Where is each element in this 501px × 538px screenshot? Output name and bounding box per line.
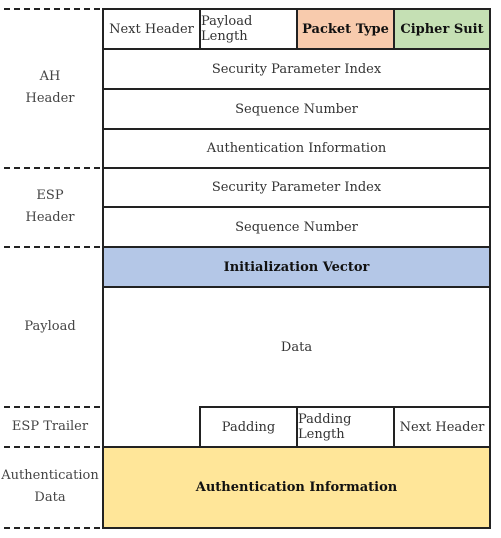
- label-line: ESP Trailer: [11, 419, 89, 434]
- ah-spi-field: Security Parameter Index: [102, 48, 491, 90]
- section-divider: [4, 8, 100, 10]
- section-divider: [4, 167, 100, 169]
- esp-header-label: ESP Header: [0, 185, 100, 229]
- section-divider: [4, 527, 100, 529]
- section-divider: [4, 406, 100, 408]
- authentication-data-label: Authentication Data: [0, 465, 100, 509]
- payload-length-field: Payload Length: [199, 8, 298, 50]
- trailer-next-header-field: Next Header: [393, 406, 491, 448]
- authentication-information-field: Authentication Information: [102, 446, 491, 529]
- esp-spi-field: Security Parameter Index: [102, 167, 491, 208]
- label-line: Payload: [24, 319, 76, 334]
- label-line: Authentication: [1, 468, 99, 483]
- cipher-suit-field: Cipher Suit: [393, 8, 491, 50]
- esp-sequence-number-field: Sequence Number: [102, 206, 491, 248]
- section-divider: [4, 246, 100, 248]
- label-line: ESP: [36, 188, 64, 203]
- esp-trailer-label: ESP Trailer: [0, 416, 100, 438]
- payload-label: Payload: [0, 316, 100, 338]
- label-line: Header: [25, 210, 75, 225]
- packet-type-field: Packet Type: [296, 8, 395, 50]
- label-line: Data: [34, 490, 66, 505]
- next-header-field: Next Header: [102, 8, 201, 50]
- initialization-vector-field: Initialization Vector: [102, 246, 491, 288]
- label-line: Header: [25, 91, 75, 106]
- padding-field: Padding: [199, 406, 298, 448]
- ah-authentication-field: Authentication Information: [102, 128, 491, 169]
- padding-length-field: Padding Length: [296, 406, 395, 448]
- ah-header-label: AH Header: [0, 66, 100, 110]
- ah-sequence-number-field: Sequence Number: [102, 88, 491, 130]
- section-divider: [4, 446, 100, 448]
- label-line: AH: [39, 69, 61, 84]
